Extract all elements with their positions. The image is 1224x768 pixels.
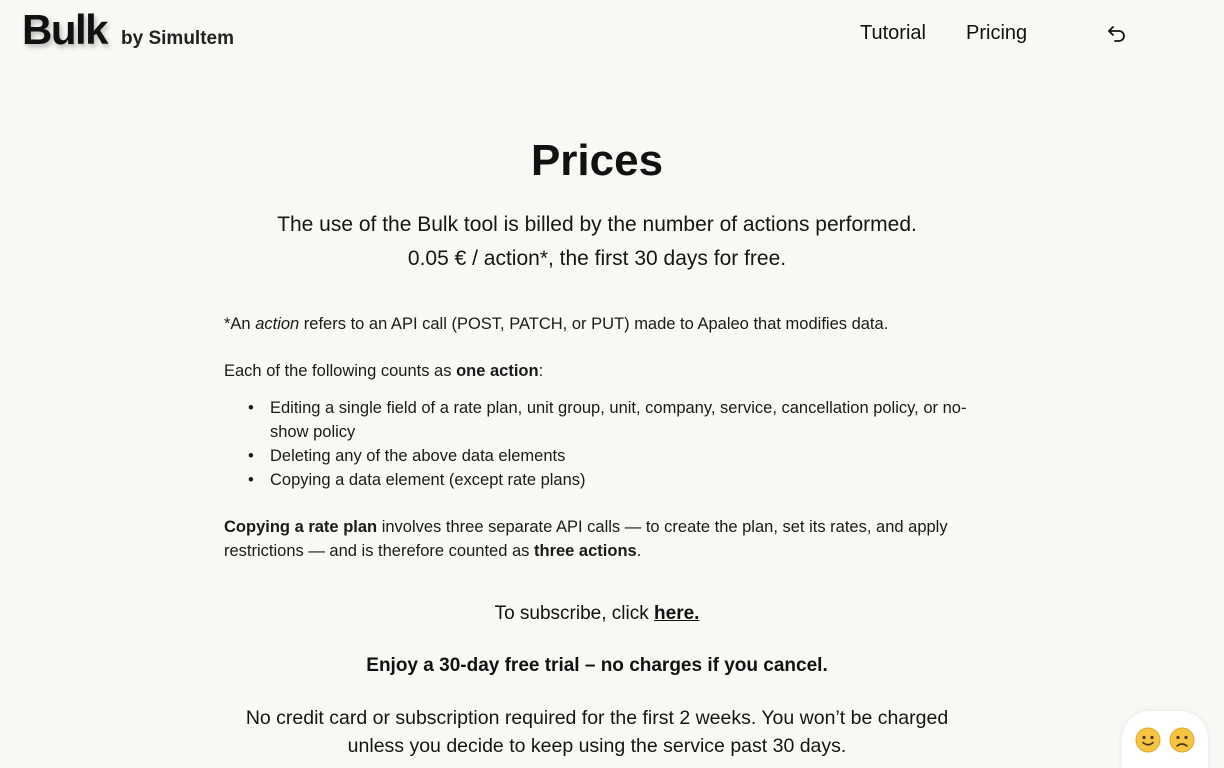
footnote-rest: refers to an API call (POST, PATCH, or P…: [299, 315, 889, 333]
no-card-line-2: unless you decide to keep using the serv…: [347, 735, 847, 757]
list-item: Editing a single field of a rate plan, u…: [248, 396, 984, 444]
action-footnote: *An action refers to an API call (POST, …: [224, 312, 984, 336]
nav-pricing[interactable]: Pricing: [966, 22, 1027, 45]
list-item: Deleting any of the above data elements: [248, 444, 984, 468]
subscribe-line: To subscribe, click here.: [0, 601, 1194, 627]
happy-face-icon[interactable]: [1135, 727, 1161, 753]
intro-line-2: 0.05 € / action*, the first 30 days for …: [407, 247, 787, 270]
counts-suffix: :: [538, 362, 544, 380]
subscribe-prefix: To subscribe, click: [494, 603, 655, 624]
copy-rate-plan-note: Copying a rate plan involves three separ…: [224, 515, 984, 563]
subscribe-link[interactable]: here.: [654, 603, 699, 624]
no-card-line-1: No credit card or subscription required …: [245, 707, 949, 729]
action-list: Editing a single field of a rate plan, u…: [224, 396, 984, 492]
list-item: Copying a data element (except rate plan…: [248, 468, 984, 492]
nav-tutorial[interactable]: Tutorial: [860, 22, 926, 45]
sad-face-icon[interactable]: [1169, 727, 1195, 753]
brand-byline: by Simultem: [121, 28, 234, 49]
counts-prefix: Each of the following counts as: [224, 362, 457, 380]
header: Bulk by Simultem Tutorial Pricing: [0, 0, 1224, 70]
no-card-notice: No credit card or subscription required …: [0, 704, 1194, 760]
trial-notice: Enjoy a 30-day free trial – no charges i…: [366, 655, 828, 676]
intro-line-1: The use of the Bulk tool is billed by th…: [277, 213, 917, 236]
pricing-details: *An action refers to an API call (POST, …: [224, 312, 984, 563]
copy-end: .: [636, 542, 642, 560]
brand-name: Bulk: [22, 6, 109, 53]
footnote-term: action: [255, 315, 300, 333]
page-title: Prices: [530, 136, 664, 185]
pricing-intro: The use of the Bulk tool is billed by th…: [0, 208, 1194, 276]
copy-bold: Copying a rate plan: [224, 518, 378, 536]
brand-logo[interactable]: Bulk by Simultem: [22, 6, 234, 54]
feedback-widget: [1122, 711, 1208, 768]
undo-arrow-icon[interactable]: [1105, 22, 1129, 46]
counts-intro: Each of the following counts as one acti…: [224, 359, 984, 383]
counts-bold: one action: [456, 362, 539, 380]
copy-bold-2: three actions: [534, 542, 637, 560]
footnote-prefix: *An: [224, 315, 256, 333]
